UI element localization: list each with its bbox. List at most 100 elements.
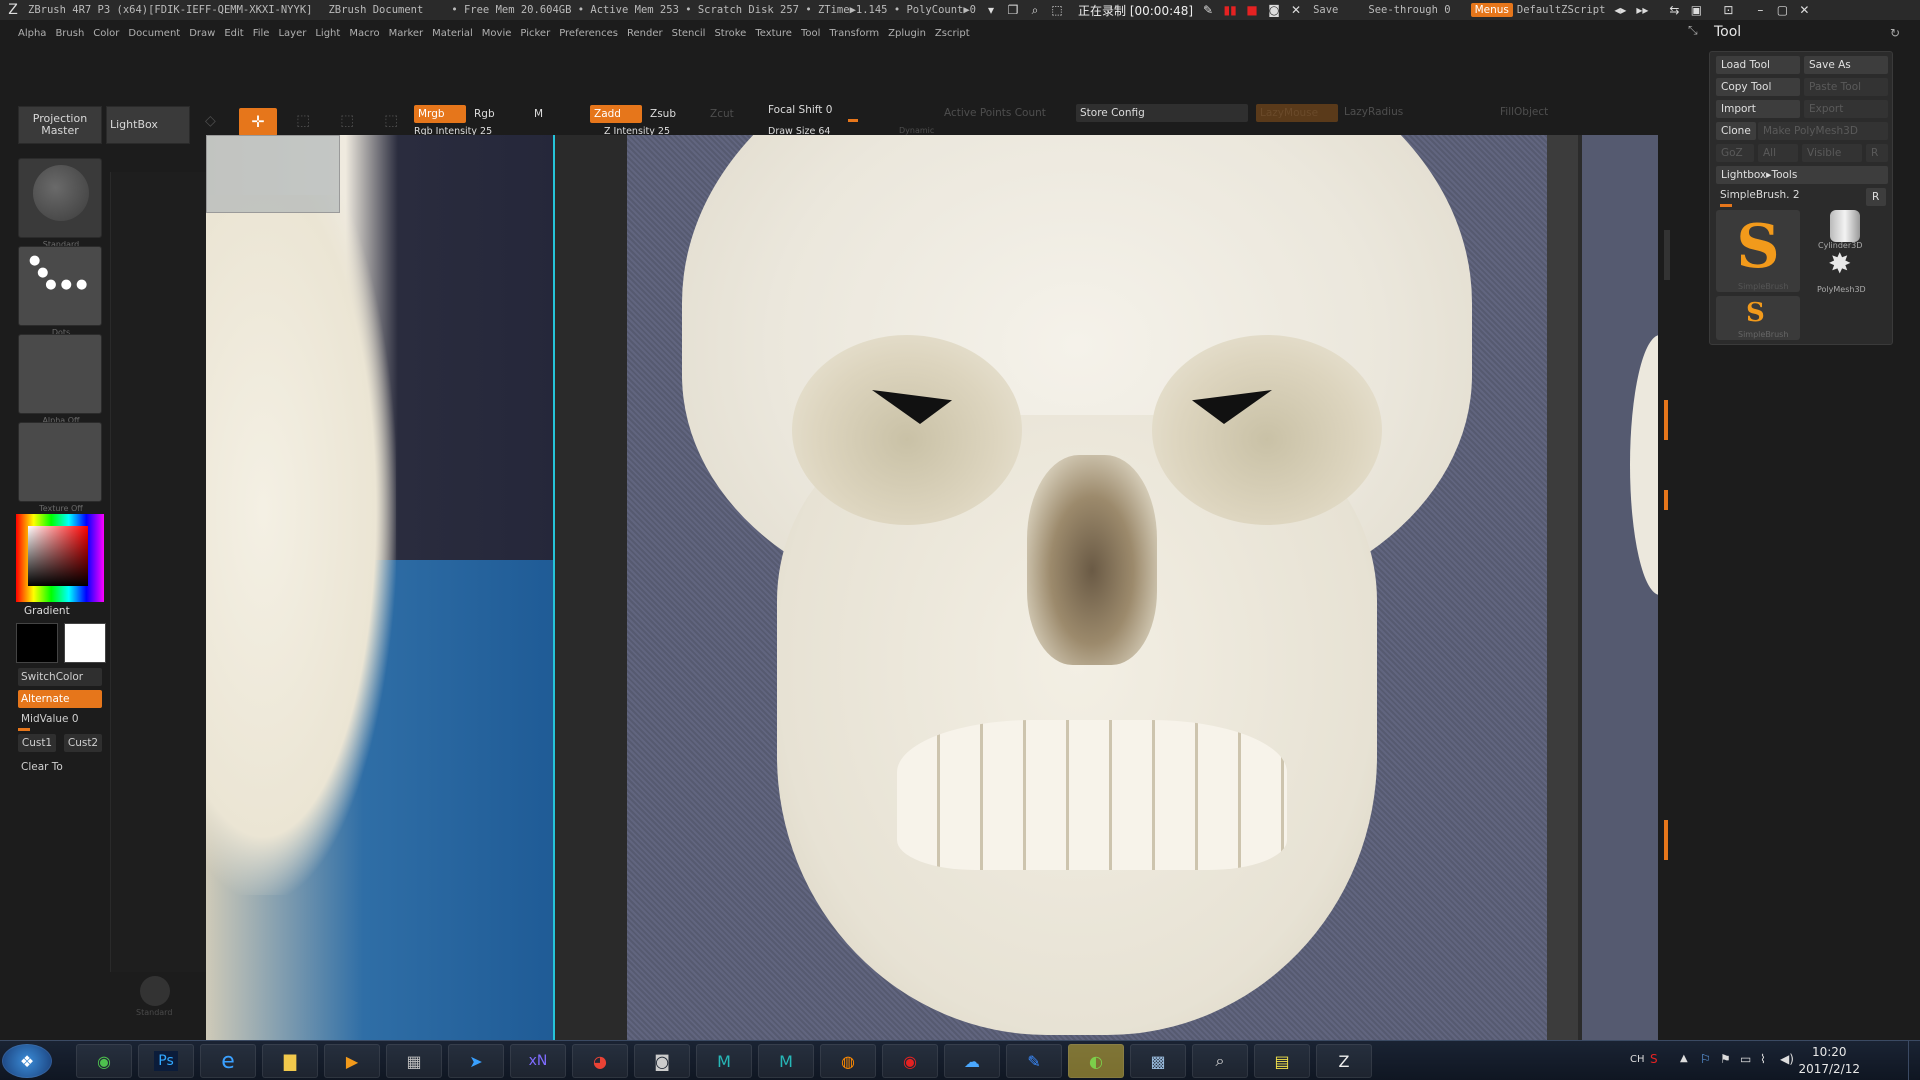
frame-icon[interactable]: ⬚: [1050, 3, 1064, 17]
globe-app-icon[interactable]: ◐: [1068, 1044, 1124, 1078]
maximize-icon[interactable]: ▢: [1775, 3, 1789, 17]
main-color-swatch[interactable]: [16, 623, 58, 663]
lazyradius-slider[interactable]: LazyRadius: [1344, 106, 1403, 118]
lazymouse-button[interactable]: LazyMouse: [1256, 104, 1338, 122]
export-button[interactable]: Export: [1804, 100, 1888, 118]
stroke-slot[interactable]: ● ● ●●● Dots: [18, 246, 102, 337]
polymesh3d-icon[interactable]: ✸: [1828, 249, 1851, 279]
save-as-button[interactable]: Save As: [1804, 56, 1888, 74]
store-config-button[interactable]: Store Config: [1076, 104, 1248, 122]
maya-icon[interactable]: M: [696, 1044, 752, 1078]
menu-material[interactable]: Material: [432, 28, 473, 39]
chrome-icon[interactable]: ◕: [572, 1044, 628, 1078]
menu-document[interactable]: Document: [128, 28, 180, 39]
system-clock[interactable]: 10:20 2017/2/12: [1798, 1044, 1860, 1078]
tray-network-icon[interactable]: ⚐: [1700, 1052, 1711, 1066]
menu-stroke[interactable]: Stroke: [714, 28, 746, 39]
lock-icon[interactable]: ⊡: [1721, 3, 1735, 17]
photoshop-icon[interactable]: Ps: [138, 1044, 194, 1078]
bird-app-icon[interactable]: ➤: [448, 1044, 504, 1078]
restore-icon[interactable]: ❐: [1006, 3, 1020, 17]
tray-wifi-icon[interactable]: ⌇: [1760, 1052, 1766, 1066]
search-app-icon[interactable]: ⌕: [1192, 1044, 1248, 1078]
tray-volume-icon[interactable]: ◀): [1780, 1052, 1794, 1066]
close-icon[interactable]: ✕: [1289, 3, 1303, 17]
fillobject-button[interactable]: FillObject: [1500, 106, 1548, 118]
document-canvas[interactable]: [206, 135, 1658, 1040]
paste-tool-button[interactable]: Paste Tool: [1804, 78, 1888, 96]
show-desktop-button[interactable]: [1908, 1041, 1920, 1080]
right-scroll-handle[interactable]: [1664, 230, 1670, 280]
internet-explorer-icon[interactable]: e: [200, 1044, 256, 1078]
goz-button[interactable]: GoZ: [1716, 144, 1754, 162]
secondary-color-swatch[interactable]: [64, 623, 106, 663]
pin-icon[interactable]: ⤡: [1688, 23, 1698, 38]
menu-marker[interactable]: Marker: [389, 28, 424, 39]
tool-palette-title[interactable]: Tool: [1714, 24, 1741, 40]
menu-preferences[interactable]: Preferences: [559, 28, 618, 39]
zoom-icon[interactable]: ⌕: [1028, 3, 1042, 17]
window-close-icon[interactable]: ✕: [1797, 3, 1811, 17]
menu-brush[interactable]: Brush: [55, 28, 84, 39]
tray-app-icon[interactable]: S: [1650, 1052, 1658, 1066]
menu-render[interactable]: Render: [627, 28, 663, 39]
rotate-mode-icon[interactable]: ⬚: [384, 111, 398, 129]
menu-zscript[interactable]: Zscript: [935, 28, 970, 39]
cylinder3d-icon[interactable]: [1830, 210, 1860, 242]
clearto-button[interactable]: Clear To: [18, 758, 102, 776]
menu-draw[interactable]: Draw: [189, 28, 215, 39]
simplebrush-small-thumb[interactable]: S SimpleBrush: [1716, 296, 1800, 340]
xnview-icon[interactable]: xN: [510, 1044, 566, 1078]
menu-file[interactable]: File: [253, 28, 270, 39]
start-button-icon[interactable]: ❖: [2, 1044, 52, 1078]
dynamic-button[interactable]: Dynamic: [899, 126, 934, 135]
zsub-button[interactable]: Zsub: [646, 105, 680, 123]
goz-r-button[interactable]: R: [1866, 144, 1888, 162]
chevron-down-icon[interactable]: ▾: [984, 3, 998, 17]
goz-visible-button[interactable]: Visible: [1802, 144, 1862, 162]
menu-stencil[interactable]: Stencil: [672, 28, 706, 39]
menu-macro[interactable]: Macro: [349, 28, 379, 39]
baidu-cloud-icon[interactable]: ☁: [944, 1044, 1000, 1078]
lightbox-tools-button[interactable]: Lightbox▸Tools: [1716, 166, 1888, 184]
switchcolor-button[interactable]: SwitchColor: [18, 668, 102, 686]
gradient-label[interactable]: Gradient: [24, 605, 70, 617]
draw-mode-icon[interactable]: ✛: [239, 108, 277, 136]
lightbox-button[interactable]: LightBox: [106, 106, 190, 144]
import-button[interactable]: Import: [1716, 100, 1800, 118]
notes-app-icon[interactable]: ▤: [1254, 1044, 1310, 1078]
save-button[interactable]: Save: [1313, 4, 1338, 16]
load-tool-button[interactable]: Load Tool: [1716, 56, 1800, 74]
menu-texture[interactable]: Texture: [755, 28, 792, 39]
file-explorer-icon[interactable]: ▇: [262, 1044, 318, 1078]
layout-icon[interactable]: ⇆: [1667, 3, 1681, 17]
color-picker[interactable]: [16, 514, 104, 602]
menu-movie[interactable]: Movie: [482, 28, 512, 39]
clone-button[interactable]: Clone: [1716, 122, 1756, 140]
menus-button[interactable]: Menus: [1470, 3, 1513, 17]
refresh-icon[interactable]: ↻: [1890, 26, 1900, 40]
current-tool-name[interactable]: SimpleBrush. 2: [1720, 189, 1800, 201]
mrgb-button[interactable]: Mrgb: [414, 105, 466, 123]
tray-flag-icon[interactable]: ⚑: [1720, 1052, 1731, 1066]
alpha-slot[interactable]: Alpha Off: [18, 334, 102, 425]
screen-recorder-icon[interactable]: ◉: [882, 1044, 938, 1078]
stop-icon[interactable]: ■: [1245, 3, 1259, 17]
pause-icon[interactable]: ▮▮: [1223, 3, 1237, 17]
arrows-icon-2[interactable]: ▸▸: [1635, 3, 1649, 17]
make-polymesh-button[interactable]: Make PolyMesh3D: [1758, 122, 1888, 140]
menu-layer[interactable]: Layer: [278, 28, 306, 39]
menu-tool[interactable]: Tool: [801, 28, 820, 39]
color-square[interactable]: [28, 526, 88, 586]
menu-light[interactable]: Light: [315, 28, 340, 39]
seethrough-slider[interactable]: See-through 0: [1368, 4, 1450, 16]
menu-alpha[interactable]: Alpha: [18, 28, 46, 39]
selection-rectangle[interactable]: [206, 135, 340, 213]
default-zscript-button[interactable]: DefaultZScript: [1517, 4, 1606, 16]
menu-color[interactable]: Color: [93, 28, 119, 39]
zcut-button[interactable]: Zcut: [706, 105, 738, 123]
arrows-icon[interactable]: ◂▸: [1613, 3, 1627, 17]
tray-expand-icon[interactable]: ▲: [1680, 1053, 1688, 1064]
midvalue-slider[interactable]: MidValue 0: [18, 710, 102, 728]
pencil-icon[interactable]: ✎: [1201, 3, 1215, 17]
